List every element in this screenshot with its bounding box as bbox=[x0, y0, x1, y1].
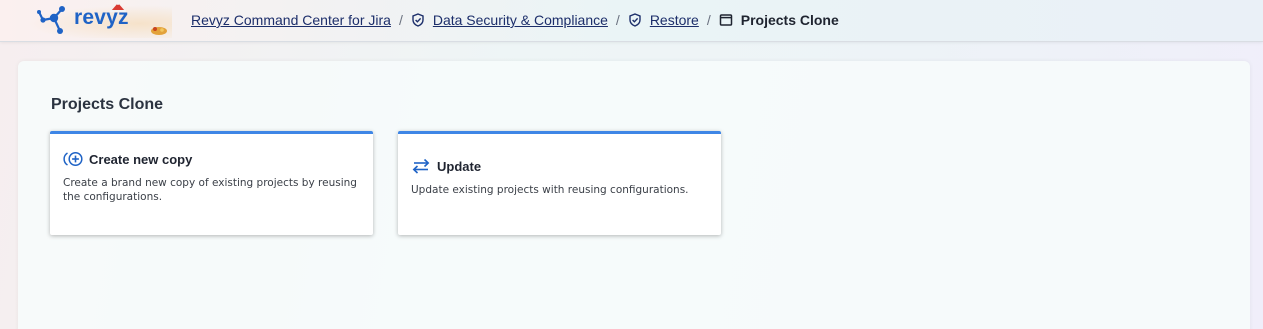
window-icon bbox=[719, 13, 733, 27]
shield-check-icon bbox=[628, 13, 642, 27]
card-header: Create new copy bbox=[63, 151, 192, 167]
breadcrumb-data-security-link[interactable]: Data Security & Compliance bbox=[433, 12, 608, 28]
shield-check-icon bbox=[411, 13, 425, 27]
network-logo-icon bbox=[37, 6, 65, 34]
card-description: Update existing projects with reusing co… bbox=[411, 184, 689, 196]
festive-decoration-icon bbox=[151, 27, 167, 35]
card-header: Update bbox=[411, 158, 481, 174]
breadcrumb-separator: / bbox=[398, 12, 403, 28]
breadcrumb: Revyz Command Center for Jira / Data Sec… bbox=[191, 11, 839, 29]
page-title: Projects Clone bbox=[51, 96, 164, 113]
main-panel: Projects Clone Create new copy Create a … bbox=[18, 61, 1250, 329]
revyz-logo[interactable]: revyz bbox=[8, 2, 172, 38]
breadcrumb-restore-link[interactable]: Restore bbox=[650, 12, 699, 28]
breadcrumb-command-center-link[interactable]: Revyz Command Center for Jira bbox=[191, 12, 391, 28]
swap-arrows-icon bbox=[411, 158, 432, 174]
santa-hat-icon bbox=[110, 2, 126, 12]
card-description: Create a brand new copy of existing proj… bbox=[63, 177, 357, 203]
add-circle-icon bbox=[63, 151, 84, 167]
top-bar: revyz Revyz Command Center for Jira / Da… bbox=[0, 0, 1263, 42]
breadcrumb-separator: / bbox=[706, 12, 711, 28]
breadcrumb-current-page: Projects Clone bbox=[740, 12, 839, 28]
update-card[interactable]: Update Update existing projects with reu… bbox=[398, 131, 721, 235]
create-new-copy-card[interactable]: Create new copy Create a brand new copy … bbox=[50, 131, 373, 235]
card-title: Update bbox=[437, 158, 482, 174]
breadcrumb-separator: / bbox=[615, 12, 620, 28]
card-title: Create new copy bbox=[89, 151, 193, 167]
